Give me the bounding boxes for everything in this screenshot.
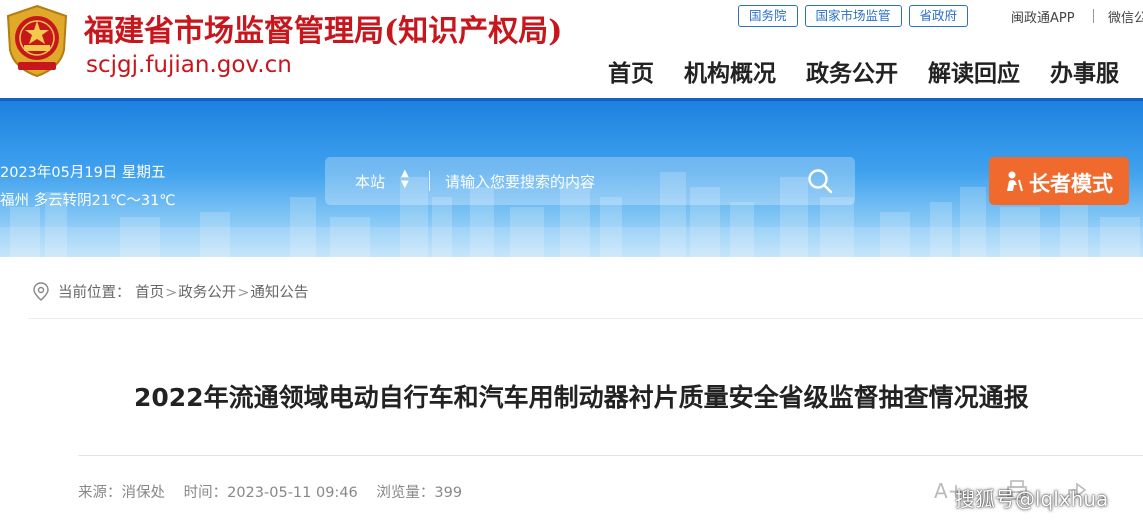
scope-updown-icon[interactable]: ▲ ▼	[401, 168, 409, 190]
nav-home[interactable]: 首页	[608, 54, 654, 88]
breadcrumb-divider	[28, 318, 1143, 319]
breadcrumb: 当前位置： 首页>政务公开>通知公告	[32, 281, 308, 302]
banner: 2023年05月19日 星期五 福州 多云转阴21℃～31℃ 本站 ▲▼ 长者模…	[0, 101, 1143, 257]
article-source: 来源：消保处	[78, 485, 165, 501]
article-meta: 来源：消保处 时间：2023-05-11 09:46 浏览量：399	[78, 481, 476, 502]
elder-person-icon	[1007, 171, 1023, 192]
breadcrumb-separator: >	[237, 285, 250, 301]
elder-mode-button[interactable]: 长者模式	[989, 157, 1129, 205]
article-title: 2022年流通领域电动自行车和汽车用制动器衬片质量安全省级监督抽查情况通报	[134, 383, 1029, 412]
search-icon[interactable]	[807, 168, 833, 194]
meta-divider	[78, 455, 1143, 456]
top-link-provincial-gov[interactable]: 省政府	[908, 5, 969, 27]
breadcrumb-separator: >	[165, 285, 178, 301]
article-time: 时间：2023-05-11 09:46	[183, 485, 358, 501]
main-nav: 首页 机构概况 政务公开 解读回应 办事服	[608, 54, 1143, 88]
breadcrumb-prefix: 当前位置：	[58, 285, 131, 301]
breadcrumb-gov-affairs[interactable]: 政务公开	[178, 285, 236, 301]
app-link[interactable]: 闽政通APP	[1011, 7, 1075, 26]
search-divider	[429, 171, 430, 191]
national-emblem-icon	[6, 4, 68, 78]
search-input[interactable]	[443, 167, 787, 197]
site-name[interactable]: 福建省市场监督管理局(知识产权局)	[84, 6, 562, 50]
nav-gov-affairs[interactable]: 政务公开	[806, 54, 898, 88]
site-header: 福建省市场监督管理局(知识产权局) scjgj.fujian.gov.cn 国务…	[0, 0, 1143, 100]
nav-organization[interactable]: 机构概况	[684, 54, 776, 88]
breadcrumb-home[interactable]: 首页	[135, 285, 164, 301]
breadcrumb-notices[interactable]: 通知公告	[250, 285, 308, 301]
weather-info: 福州 多云转阴21℃～31℃	[0, 193, 176, 209]
search-bar: 本站 ▲ ▼	[325, 157, 855, 205]
location-pin-icon	[33, 282, 49, 301]
top-divider	[1093, 9, 1094, 23]
wechat-link[interactable]: 微信公	[1108, 7, 1143, 26]
top-links: 国务院 国家市场监管 省政府	[738, 5, 975, 27]
watermark-text: 搜狐号@lqlxhua	[955, 487, 1109, 511]
nav-services[interactable]: 办事服	[1050, 54, 1119, 88]
elder-mode-label: 长者模式	[1029, 172, 1113, 196]
nav-interpretation[interactable]: 解读回应	[928, 54, 1020, 88]
site-domain: scjgj.fujian.gov.cn	[86, 52, 292, 78]
search-scope-select[interactable]: 本站	[355, 171, 385, 192]
current-date: 2023年05月19日 星期五	[0, 165, 166, 181]
top-link-state-council[interactable]: 国务院	[738, 5, 798, 27]
article-views: 浏览量：399	[376, 485, 463, 501]
top-link-samr[interactable]: 国家市场监管	[804, 5, 902, 27]
